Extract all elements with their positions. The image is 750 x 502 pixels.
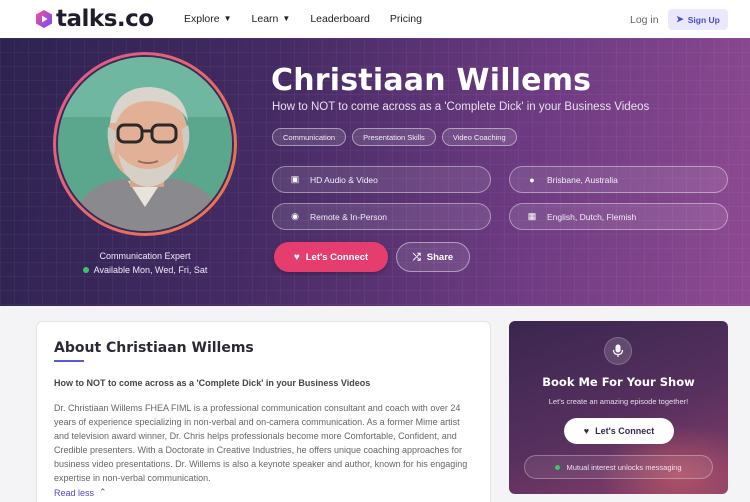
available-dot-icon (82, 267, 89, 273)
top-navbar: talks.co Explore ▼ Learn ▼ Leaderboard Pri… (0, 0, 750, 38)
signup-label: Sign Up (687, 14, 720, 25)
nav-pricing[interactable]: Pricing (390, 13, 422, 25)
info-format: ◉ Remote & In-Person (272, 203, 491, 230)
booking-subtitle: Let's create an amazing episode together… (548, 397, 689, 406)
connect-label: Let's Connect (305, 251, 369, 263)
booking-connect-button[interactable]: ♥ Let's Connect (564, 418, 674, 444)
speaker-tagline: How to NOT to come across as a 'Complete… (272, 101, 650, 113)
avatar (56, 55, 234, 233)
connect-button[interactable]: ♥ Let's Connect (274, 242, 388, 272)
logo-icon (35, 9, 53, 29)
logo[interactable]: talks.co (35, 7, 154, 31)
nav-links: Explore ▼ Learn ▼ Leaderboard Pricing (184, 13, 442, 25)
share-label: Share (426, 251, 454, 263)
video-camera-icon: ▣ (290, 174, 300, 184)
location-pin-icon: ● (529, 174, 535, 185)
availability-text: Available Mon, Wed, Fri, Sat (93, 265, 208, 275)
nav-explore-label: Explore (184, 13, 220, 25)
login-link[interactable]: Log in (630, 14, 659, 26)
speaker-role: Communication Expert (99, 251, 191, 261)
tag-presentation-skills[interactable]: Presentation Skills (352, 128, 436, 146)
nav-learn-label: Learn (251, 13, 279, 25)
speaker-name: Christiaan Willems (271, 63, 592, 98)
read-less-label: Read less (54, 487, 95, 498)
about-body: Dr. Christiaan Willems FHEA FIML is a pr… (54, 403, 468, 483)
logo-text: talks.co (56, 6, 154, 32)
globe-icon: ◉ (291, 211, 299, 221)
availability: Available Mon, Wed, Fri, Sat (70, 265, 220, 275)
chevron-down-icon: ▼ (282, 13, 291, 23)
info-languages-text: English, Dutch, Flemish (547, 211, 637, 222)
nav-leaderboard[interactable]: Leaderboard (310, 13, 370, 25)
hero-section: Communication Expert Available Mon, Wed,… (0, 38, 750, 306)
messaging-note-text: Mutual interest unlocks messaging (566, 462, 682, 472)
tag-communication[interactable]: Communication (272, 128, 347, 146)
info-format-text: Remote & In-Person (310, 211, 388, 222)
read-less-link[interactable]: Read less ⌃ (54, 487, 107, 498)
share-icon: ⤮ (412, 251, 421, 263)
microphone-icon (604, 337, 632, 365)
heart-icon: ♥ (583, 426, 590, 436)
messaging-note: Mutual interest unlocks messaging (524, 455, 713, 479)
nav-leaderboard-label: Leaderboard (310, 13, 370, 25)
info-media: ▣ HD Audio & Video (272, 166, 491, 193)
avatar-ring (53, 52, 237, 236)
topic-tags: Communication Presentation Skills Video … (272, 128, 523, 146)
nav-pricing-label: Pricing (389, 13, 422, 25)
about-title: About Christiaan Willems (54, 340, 254, 356)
chevron-up-icon: ⌃ (99, 487, 107, 497)
info-location: ● Brisbane, Australia (509, 166, 728, 193)
about-card: About Christiaan Willems How to NOT to c… (36, 321, 491, 502)
status-dot-icon (555, 464, 561, 470)
info-media-text: HD Audio & Video (310, 174, 378, 185)
share-button[interactable]: ⤮ Share (396, 242, 470, 272)
nav-explore[interactable]: Explore ▼ (184, 13, 232, 25)
nav-learn[interactable]: Learn ▼ (252, 13, 291, 25)
signup-button[interactable]: ➤ Sign Up (668, 9, 728, 30)
booking-connect-label: Let's Connect (595, 426, 655, 436)
language-icon: ▦ (527, 211, 537, 221)
chevron-down-icon: ▼ (223, 13, 232, 23)
info-languages: ▦ English, Dutch, Flemish (509, 203, 728, 230)
booking-title: Book Me For Your Show (542, 375, 695, 389)
sign-in-icon: ➤ (676, 14, 684, 24)
booking-card: Book Me For Your Show Let's create an am… (509, 321, 728, 494)
title-underline (54, 360, 84, 362)
about-subtitle: How to NOT to come across as a 'Complete… (54, 378, 371, 388)
tag-video-coaching[interactable]: Video Coaching (441, 128, 517, 146)
info-location-text: Brisbane, Australia (547, 174, 618, 185)
heart-icon: ♥ (293, 251, 300, 263)
